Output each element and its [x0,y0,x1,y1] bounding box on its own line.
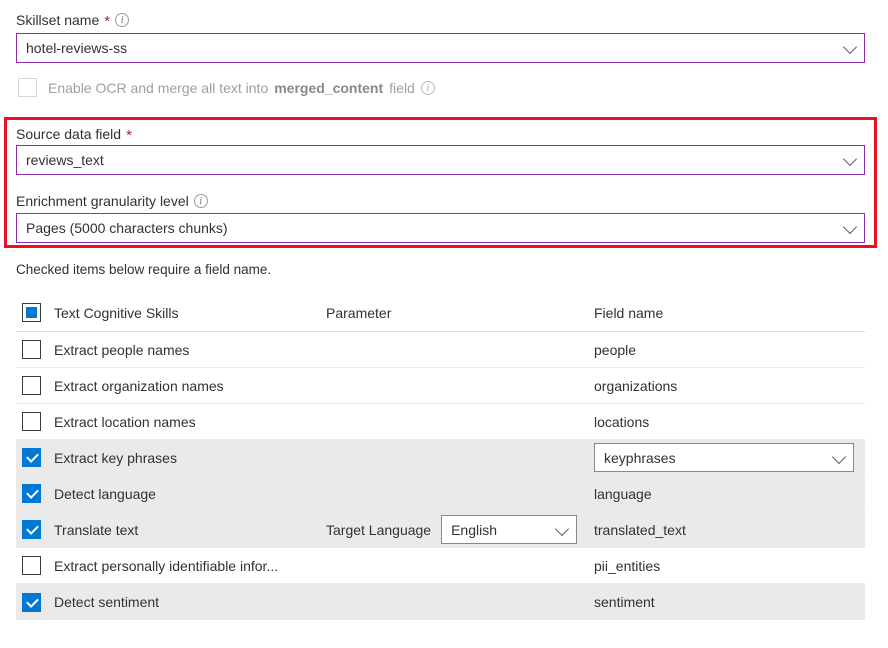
required-asterisk: * [104,15,110,29]
row-checkbox-cell [16,448,54,467]
skill-field-name: translated_text [594,522,865,538]
source-data-field-label-text: Source data field [16,124,121,144]
row-checkbox-cell [16,376,54,395]
column-header-skills: Text Cognitive Skills [54,305,326,321]
skill-name: Translate text [54,522,326,538]
skill-field-name: locations [594,414,865,430]
ocr-text-before: Enable OCR and merge all text into [48,80,268,96]
skillset-name-input[interactable]: hotel-reviews-ss [16,33,865,63]
skillset-name-label-text: Skillset name [16,10,99,30]
cognitive-skills-table: Text Cognitive Skills Parameter Field na… [16,294,865,620]
row-checkbox-cell [16,484,54,503]
ocr-field-token: merged_content [274,80,383,96]
skill-name: Extract key phrases [54,450,326,466]
skill-checkbox[interactable] [22,556,41,575]
skill-field-name: sentiment [594,594,865,610]
skill-name: Extract people names [54,342,326,358]
skillset-name-value: hotel-reviews-ss [26,40,127,56]
row-checkbox-cell [16,520,54,539]
skill-field-name: people [594,342,865,358]
row-checkbox-cell [16,340,54,359]
ocr-option-row: Enable OCR and merge all text into merge… [18,78,435,97]
chevron-down-icon[interactable] [843,152,857,166]
target-language-value: English [451,522,497,538]
skill-checkbox[interactable] [22,448,41,467]
table-row[interactable]: Extract people names people [16,332,865,368]
target-language-label: Target Language [326,522,431,538]
field-name-requirement-note: Checked items below require a field name… [16,262,271,277]
table-row[interactable]: Extract organization names organizations [16,368,865,404]
row-checkbox-cell [16,412,54,431]
skill-field-name: organizations [594,378,865,394]
chevron-down-icon[interactable] [843,220,857,234]
column-header-parameter-text: Parameter [326,305,391,321]
skill-field-name: pii_entities [594,558,865,574]
skill-field-name-cell: keyphrases [594,443,865,472]
row-checkbox-cell [16,593,54,612]
table-header-row: Text Cognitive Skills Parameter Field na… [16,294,865,332]
skill-name: Detect sentiment [54,594,326,610]
required-asterisk: * [126,129,132,143]
skillset-name-label: Skillset name * i [16,10,129,30]
enable-ocr-label: Enable OCR and merge all text into merge… [48,80,435,96]
skill-checkbox[interactable] [22,520,41,539]
skill-name: Extract organization names [54,378,326,394]
column-header-parameter: Parameter [326,305,594,321]
skill-name: Extract personally identifiable infor... [54,558,326,574]
table-row[interactable]: Extract personally identifiable infor...… [16,548,865,584]
enrichment-granularity-label: Enrichment granularity level i [16,191,208,211]
skill-name: Extract location names [54,414,326,430]
column-header-field-name: Field name [594,305,865,321]
skill-field-name: language [594,486,865,502]
skill-checkbox[interactable] [22,340,41,359]
table-row[interactable]: Detect language language [16,476,865,512]
table-row[interactable]: Extract key phrases keyphrases [16,440,865,476]
enrichment-granularity-value: Pages (5000 characters chunks) [26,220,228,236]
enrichment-granularity-label-text: Enrichment granularity level [16,191,189,211]
target-language-select[interactable]: English [441,515,577,544]
info-icon[interactable]: i [421,81,435,95]
field-name-input[interactable]: keyphrases [594,443,854,472]
ocr-text-after: field [389,80,415,96]
source-data-field-select[interactable]: reviews_text [16,145,865,175]
table-row[interactable]: Detect sentiment sentiment [16,584,865,620]
info-icon[interactable]: i [115,13,129,27]
field-name-value: keyphrases [604,450,676,466]
table-row[interactable]: Translate text Target Language English t… [16,512,865,548]
skill-checkbox[interactable] [22,593,41,612]
source-data-field-label: Source data field * [16,124,132,144]
skill-name: Detect language [54,486,326,502]
enrichment-granularity-select[interactable]: Pages (5000 characters chunks) [16,213,865,243]
chevron-down-icon[interactable] [555,521,569,535]
select-all-checkbox[interactable] [22,303,41,322]
table-row[interactable]: Extract location names locations [16,404,865,440]
enable-ocr-checkbox[interactable] [18,78,37,97]
chevron-down-icon[interactable] [843,40,857,54]
skill-checkbox[interactable] [22,484,41,503]
chevron-down-icon[interactable] [832,449,846,463]
source-data-field-value: reviews_text [26,152,104,168]
row-checkbox-cell [16,556,54,575]
header-checkbox-cell [16,303,54,322]
skill-parameter: Target Language English [326,515,594,544]
info-icon[interactable]: i [194,194,208,208]
skill-checkbox[interactable] [22,412,41,431]
skill-checkbox[interactable] [22,376,41,395]
